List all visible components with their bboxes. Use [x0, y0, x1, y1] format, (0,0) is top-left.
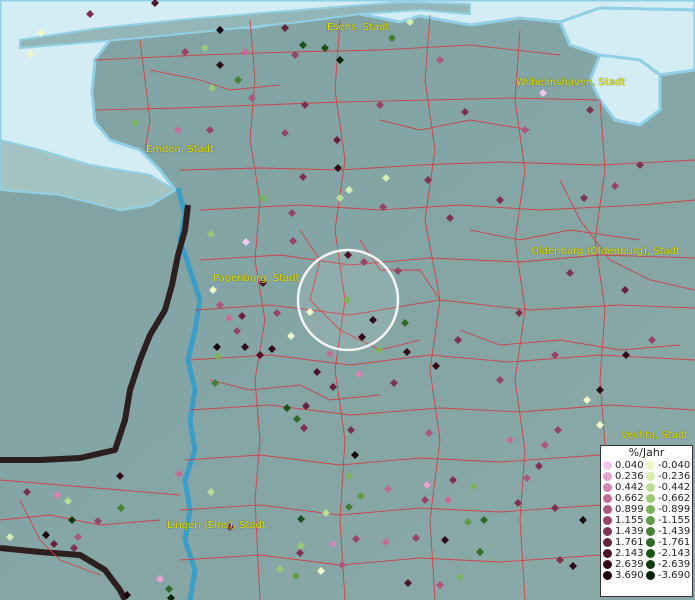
legend-entry-positive: 1.761 — [603, 537, 644, 548]
legend-value: 3.690 — [615, 570, 644, 581]
legend-value: -0.662 — [658, 493, 691, 504]
legend-row: 1.439 -1.439 — [601, 526, 692, 537]
legend-swatch — [603, 549, 612, 558]
legend-value: 1.155 — [615, 515, 644, 526]
legend-entry-positive: 2.639 — [603, 559, 644, 570]
legend-value: 1.761 — [615, 537, 644, 548]
legend-value: -0.236 — [658, 471, 691, 482]
legend-entry-negative: -0.899 — [646, 504, 690, 515]
legend-entry-negative: -1.155 — [646, 515, 690, 526]
legend-value: 0.662 — [615, 493, 644, 504]
city-name: Papenburg, Stadt — [213, 273, 300, 284]
legend-value: 0.442 — [615, 482, 644, 493]
legend-value: -3.690 — [658, 570, 691, 581]
legend-row: 0.662 -0.662 — [601, 493, 692, 504]
legend-entry-positive: 0.040 — [603, 460, 644, 471]
legend-value: 0.236 — [615, 471, 644, 482]
city-name: Vechta, Stadt — [621, 430, 689, 441]
legend-rows: 0.040 -0.040 0.236 -0.236 0.442 -0.442 0.662 -0… — [601, 460, 692, 581]
legend-entry-positive: 1.439 — [603, 526, 644, 537]
legend-swatch — [603, 527, 612, 536]
legend-swatch — [603, 505, 612, 514]
legend-value: 1.439 — [615, 526, 644, 537]
legend-entry-positive: 0.662 — [603, 493, 644, 504]
legend-swatch — [646, 494, 655, 503]
legend-value: 2.639 — [615, 559, 644, 570]
city-label-esens: Esens, Stadt — [327, 22, 389, 33]
legend-entry-negative: -0.662 — [646, 493, 690, 504]
legend-row: 0.442 -0.442 — [601, 482, 692, 493]
city-label-emden: Emden, Stadt — [146, 144, 214, 155]
legend-swatch — [646, 571, 655, 580]
legend-swatch — [603, 538, 612, 547]
legend-entry-positive: 0.899 — [603, 504, 644, 515]
legend-value: 2.143 — [615, 548, 644, 559]
city-label-wilhelmshaven: Wilhelmshaven, Stadt — [516, 77, 625, 88]
legend-swatch — [646, 483, 655, 492]
map-canvas[interactable]: Esens, Stadt Wilhelmshaven, Stadt Emden,… — [0, 0, 695, 600]
city-label-oldenburg: Oldenburg (Oldenburg), Stadt — [531, 246, 680, 257]
legend-value: -0.899 — [658, 504, 691, 515]
legend-swatch — [646, 549, 655, 558]
city-label-lingen: Lingen (Ems), Stadt — [167, 520, 266, 531]
city-name: Wilhelmshaven, Stadt — [516, 77, 626, 88]
legend-swatch — [646, 538, 655, 547]
legend-entry-positive: 2.143 — [603, 548, 644, 559]
legend-swatch — [646, 505, 655, 514]
city-name: Esens, Stadt — [327, 22, 390, 33]
map-legend: %/Jahr 0.040 -0.040 0.236 -0.236 0.442 -0.442… — [600, 445, 693, 597]
legend-swatch — [603, 494, 612, 503]
legend-swatch — [646, 516, 655, 525]
legend-entry-positive: 0.442 — [603, 482, 644, 493]
legend-entry-positive: 1.155 — [603, 515, 644, 526]
legend-swatch — [603, 516, 612, 525]
legend-swatch — [603, 483, 612, 492]
legend-swatch — [646, 461, 655, 470]
legend-swatch — [646, 527, 655, 536]
legend-value: -0.442 — [658, 482, 691, 493]
legend-entry-negative: -2.143 — [646, 548, 690, 559]
city-label-vechta: Vechta, Stadt — [621, 430, 688, 441]
legend-value: -1.439 — [658, 526, 691, 537]
legend-entry-positive: 0.236 — [603, 471, 644, 482]
legend-value: -2.143 — [658, 548, 691, 559]
legend-row: 0.899 -0.899 — [601, 504, 692, 515]
legend-title: %/Jahr — [628, 446, 665, 459]
legend-value: 0.899 — [615, 504, 644, 515]
legend-value: 0.040 — [615, 460, 644, 471]
legend-row: 1.761 -1.761 — [601, 537, 692, 548]
legend-entry-negative: -2.639 — [646, 559, 690, 570]
legend-swatch — [603, 560, 612, 569]
legend-entry-negative: -0.040 — [646, 460, 690, 471]
legend-entry-negative: -1.439 — [646, 526, 690, 537]
city-label-papenburg: Papenburg, Stadt — [213, 273, 300, 284]
legend-swatch — [603, 461, 612, 470]
legend-row: 1.155 -1.155 — [601, 515, 692, 526]
legend-entry-negative: -1.761 — [646, 537, 690, 548]
legend-row: 2.143 -2.143 — [601, 548, 692, 559]
city-name: Emden, Stadt — [146, 144, 214, 155]
legend-swatch — [646, 472, 655, 481]
legend-row: 0.236 -0.236 — [601, 471, 692, 482]
legend-swatch — [646, 560, 655, 569]
city-name: Lingen (Ems), Stadt — [167, 520, 266, 531]
legend-row: 2.639 -2.639 — [601, 559, 692, 570]
legend-value: -0.040 — [658, 460, 691, 471]
legend-entry-negative: -0.442 — [646, 482, 690, 493]
map-graphic[interactable] — [0, 0, 695, 600]
legend-value: -2.639 — [658, 559, 691, 570]
legend-row: 3.690 -3.690 — [601, 570, 692, 581]
legend-swatch — [603, 472, 612, 481]
legend-value: -1.761 — [658, 537, 691, 548]
legend-value: -1.155 — [658, 515, 691, 526]
legend-row: 0.040 -0.040 — [601, 460, 692, 471]
legend-entry-negative: -0.236 — [646, 471, 690, 482]
legend-swatch — [603, 571, 612, 580]
city-name: Oldenburg (Oldenburg), Stadt — [531, 246, 680, 257]
legend-entry-negative: -3.690 — [646, 570, 690, 581]
legend-entry-positive: 3.690 — [603, 570, 644, 581]
